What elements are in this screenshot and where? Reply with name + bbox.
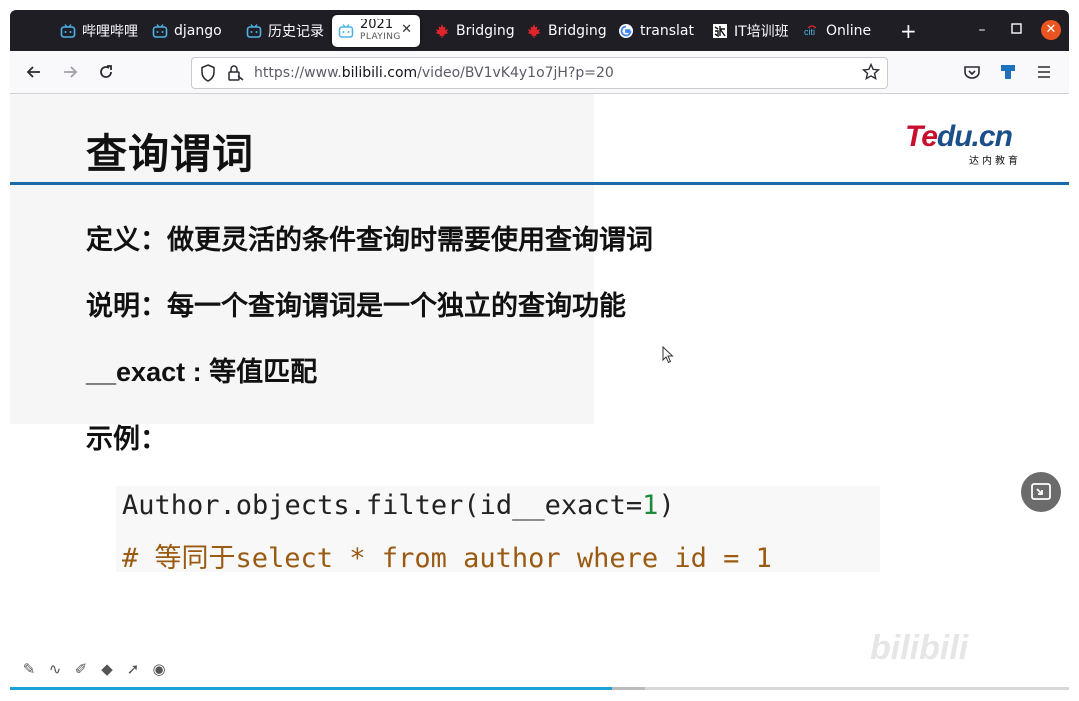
url-text[interactable]: https://www.bilibili.com/video/BV1vK4y1o…: [254, 65, 614, 81]
progress-buffered: [611, 687, 646, 690]
maple-leaf-icon: [526, 23, 542, 39]
tab-title: translat: [640, 23, 694, 39]
window-close-button[interactable]: ✕: [1041, 20, 1061, 40]
pocket-icon[interactable]: [962, 62, 982, 82]
drawing-toolbar: ✎ ∿ ✐ ◆ ➚ ◉: [20, 660, 168, 678]
bilibili-icon: [338, 23, 354, 39]
svg-text:citi: citi: [804, 27, 815, 37]
maple-leaf-icon: [434, 23, 450, 39]
bilibili-watermark: bilibili: [870, 629, 969, 667]
tab-history[interactable]: 历史记录: [246, 15, 326, 47]
code-line-1: Author.objects.filter(id__exact=1): [122, 490, 675, 521]
progress-played: [10, 687, 612, 690]
tab-title: 历史记录: [268, 24, 324, 40]
code-line-2-comment: # 等同于select * from author where id = 1: [122, 543, 772, 574]
reload-button[interactable]: [96, 62, 116, 82]
logo-part-te: Te: [905, 120, 938, 153]
progress-bar[interactable]: [10, 687, 1069, 690]
tab-bridging-2[interactable]: Bridging: [526, 15, 608, 47]
extension-icon[interactable]: [998, 62, 1018, 82]
tab-title: 哔哩哔哩: [82, 24, 138, 40]
bilibili-icon: [246, 23, 262, 39]
eraser-icon[interactable]: ◆: [98, 660, 116, 678]
forward-button[interactable]: [60, 62, 80, 82]
record-icon[interactable]: ◉: [150, 660, 168, 678]
pointer-icon[interactable]: ➚: [124, 660, 142, 678]
code-line-1-pre: Author.objects.filter(id__exact=: [122, 490, 643, 521]
bilibili-icon: [60, 23, 76, 39]
explanation-line: 说明：每一个查询谓词是一个独立的查询功能: [86, 291, 626, 322]
tab-online[interactable]: citi Online: [804, 15, 880, 47]
tab-it-training[interactable]: IT培训班: [712, 15, 794, 47]
code-line-1-number: 1: [642, 490, 659, 521]
bookmark-star-icon[interactable]: [861, 62, 881, 85]
logo-subtitle: 达内教育: [969, 156, 1021, 167]
video-player[interactable]: 查询谓词 Tedu.cn 达内教育 定义：做更灵活的条件查询时需要使用查询谓词 …: [10, 94, 1069, 690]
tab-playing-label: PLAYING: [360, 32, 401, 42]
url-path: /video/BV1vK4y1o7jH?p=20: [417, 65, 614, 81]
tab-translate[interactable]: translat: [618, 15, 700, 47]
tab-bilibili-home[interactable]: 哔哩哔哩: [60, 15, 138, 47]
url-prefix: https://www.: [254, 65, 342, 81]
tab-title: IT培训班: [734, 24, 789, 40]
bilibili-icon: [152, 23, 168, 39]
tab-bridging-1[interactable]: Bridging: [434, 15, 516, 47]
tab-title: Online: [826, 23, 872, 39]
logo-part-du: du.cn: [936, 120, 1013, 153]
code-block: Author.objects.filter(id__exact=1) # 等同于…: [116, 486, 880, 574]
tedu-logo: Tedu.cn 达内教育: [905, 120, 1018, 167]
maximize-icon[interactable]: [1007, 22, 1025, 38]
tab-strip: 哔哩哔哩 django 历史记录 2021 PLAYING ✕ Bridging…: [10, 10, 1069, 51]
title-divider: [10, 182, 1069, 185]
close-tab-icon[interactable]: ✕: [401, 22, 412, 37]
new-tab-button[interactable]: +: [900, 21, 917, 41]
back-button[interactable]: [24, 62, 44, 82]
tab-title: django: [174, 23, 222, 39]
curve-icon[interactable]: ∿: [46, 660, 64, 678]
tab-title: Bridging: [456, 23, 515, 39]
mouse-cursor-icon: [662, 345, 674, 368]
shield-icon[interactable]: [200, 64, 216, 86]
address-bar[interactable]: https://www.bilibili.com/video/BV1vK4y1o…: [191, 57, 888, 89]
code-line-1-post: ): [658, 490, 675, 521]
exact-line: __exact : 等值匹配: [86, 357, 318, 387]
navigation-toolbar: https://www.bilibili.com/video/BV1vK4y1o…: [10, 51, 1069, 94]
example-heading: 示例：: [86, 424, 167, 455]
url-host: bilibili.com: [341, 65, 418, 81]
tab-active-video[interactable]: 2021 PLAYING ✕: [332, 15, 420, 47]
pencil-icon[interactable]: ✎: [20, 660, 38, 678]
citi-icon: citi: [804, 23, 820, 39]
minimize-icon[interactable]: –: [973, 22, 991, 38]
tab-title: 2021 PLAYING: [360, 19, 401, 43]
tab-django[interactable]: django: [152, 15, 232, 47]
google-icon: [618, 23, 634, 39]
lock-icon[interactable]: [226, 64, 244, 86]
tab-title-text: 2021: [360, 19, 394, 32]
slide-title: 查询谓词: [86, 130, 254, 178]
tab-title: Bridging: [548, 23, 607, 39]
da-logo-icon: [712, 23, 728, 39]
picture-in-picture-button[interactable]: [1021, 472, 1061, 512]
highlighter-icon[interactable]: ✐: [72, 660, 90, 678]
definition-line: 定义：做更灵活的条件查询时需要使用查询谓词: [86, 225, 653, 256]
menu-hamburger-icon[interactable]: [1034, 62, 1054, 82]
